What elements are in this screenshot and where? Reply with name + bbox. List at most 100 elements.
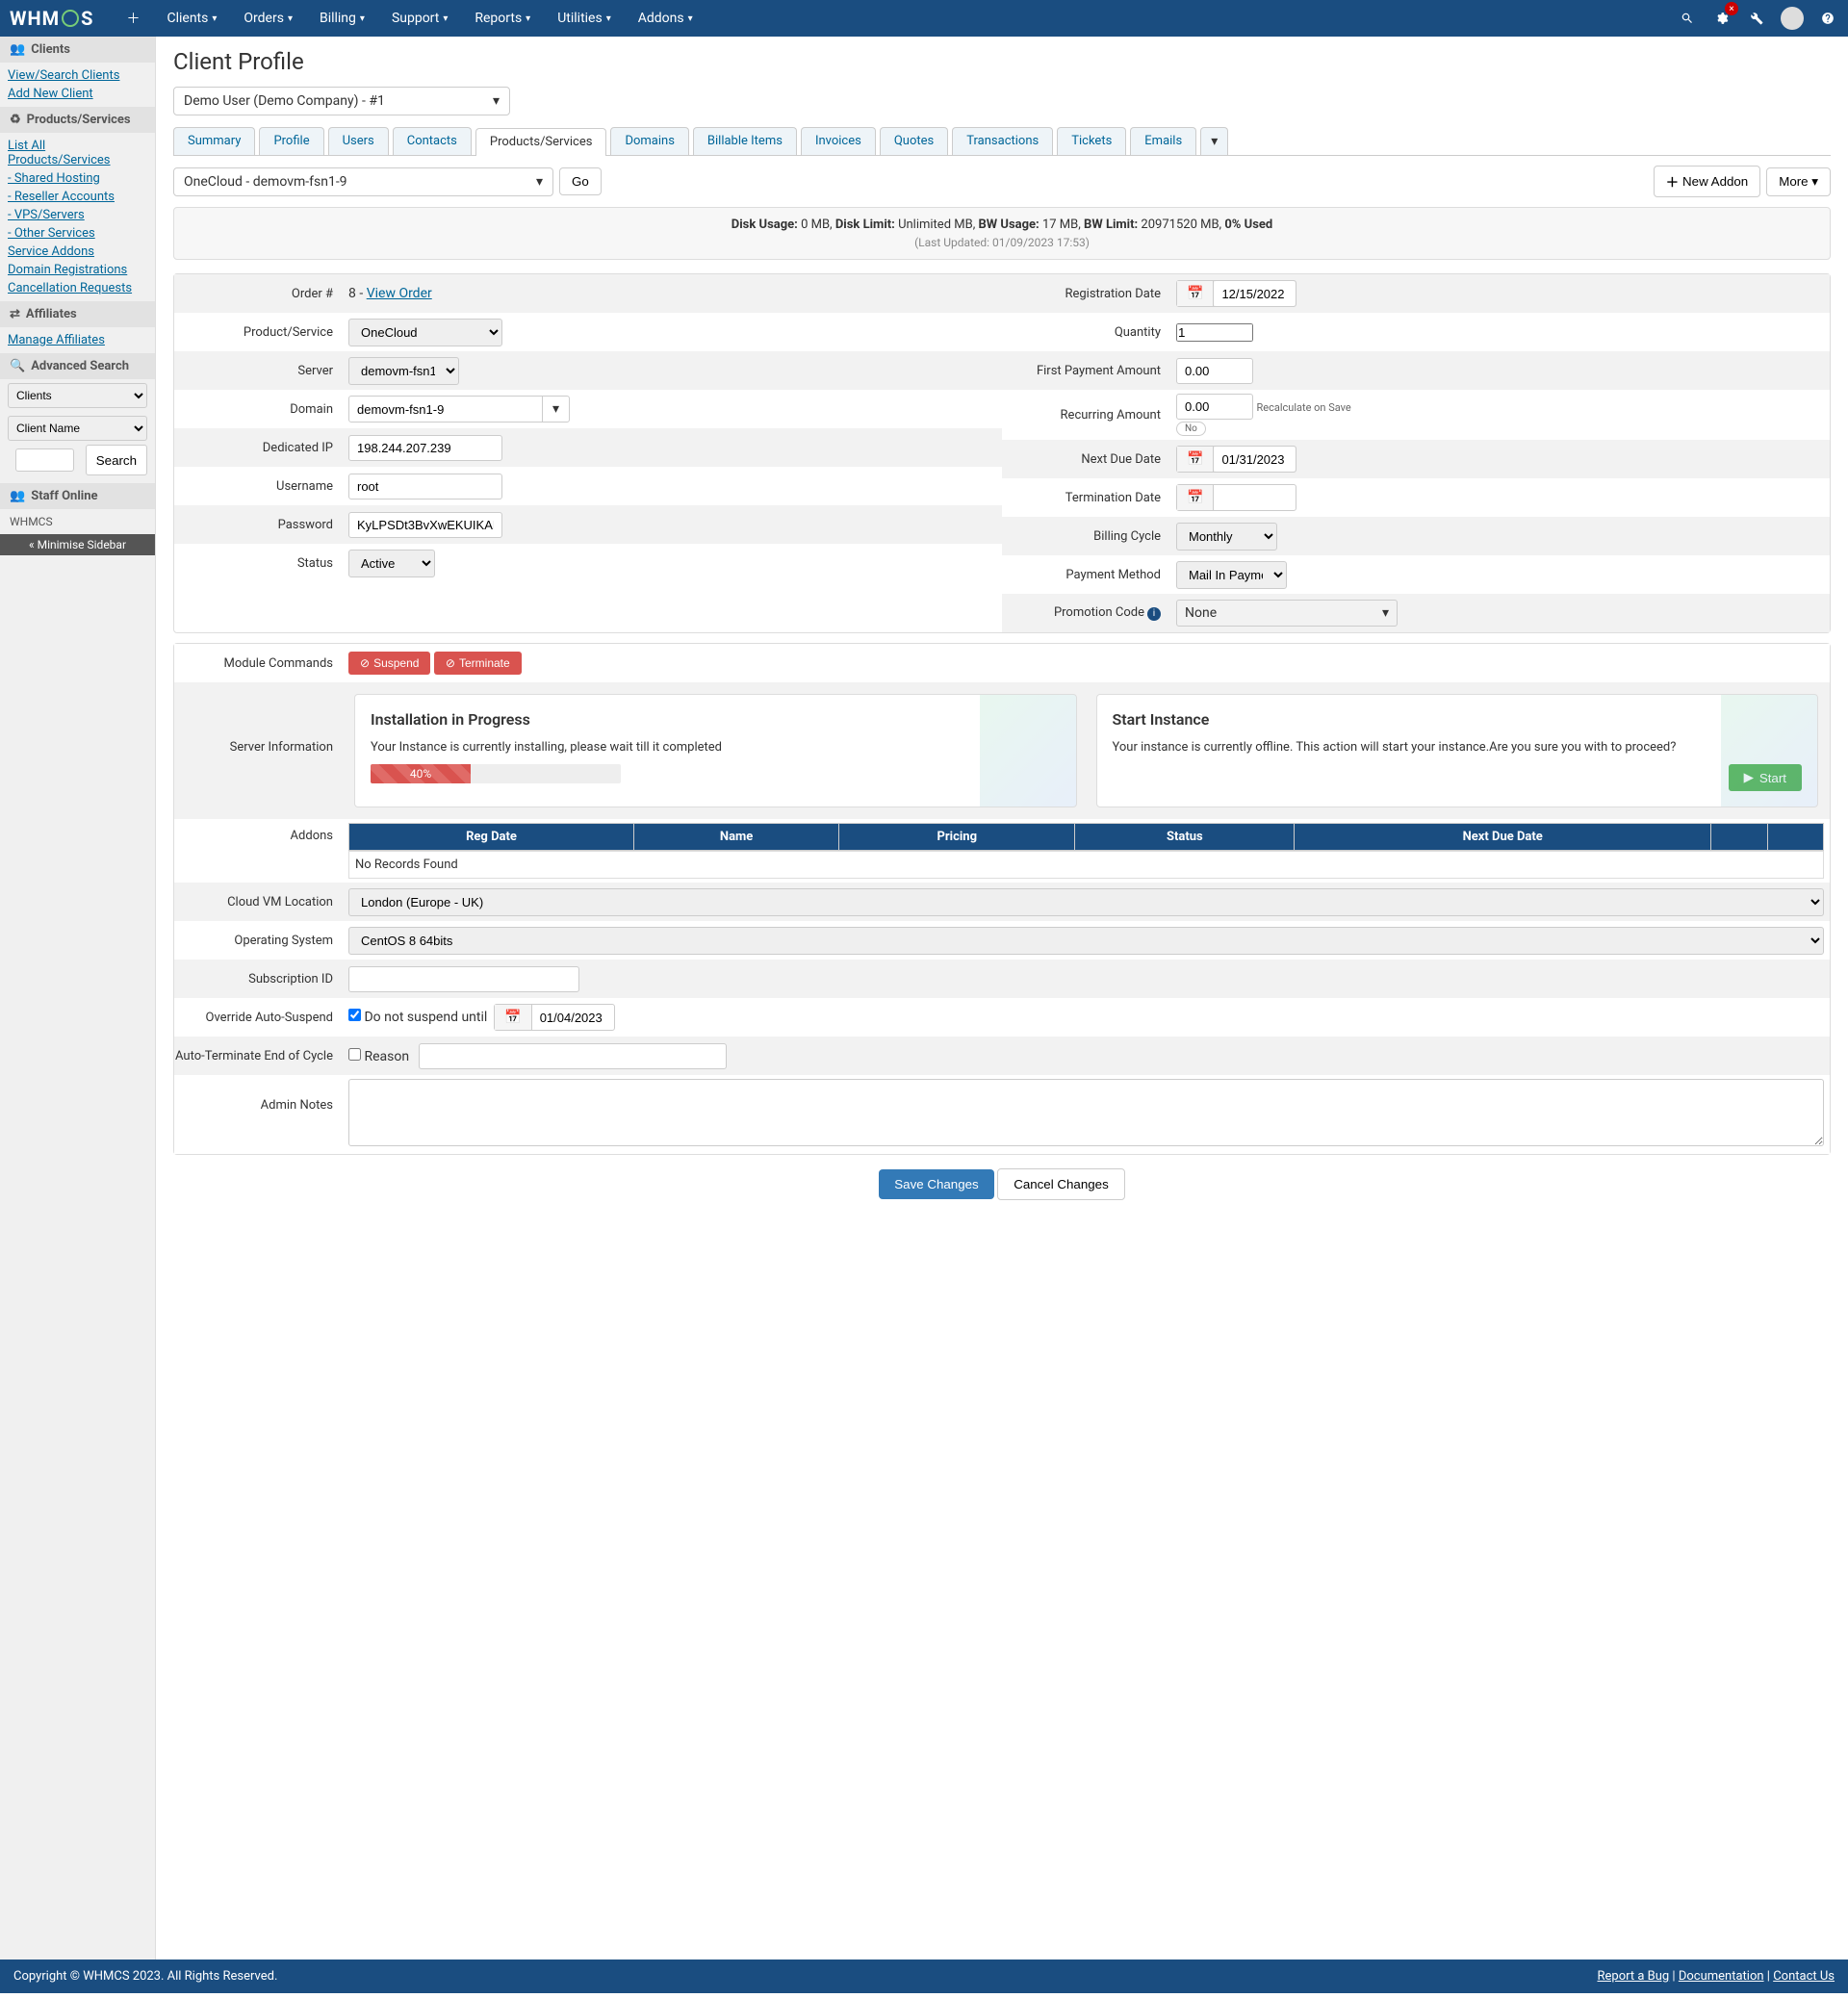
nav-reports[interactable]: Reports ▾ — [461, 0, 544, 37]
sidebar-clients-header: 👥 Clients — [0, 37, 155, 63]
go-button[interactable]: Go — [559, 167, 602, 195]
subscription-input[interactable] — [348, 966, 579, 992]
nav-addons[interactable]: Addons ▾ — [625, 0, 706, 37]
client-selector[interactable]: Demo User (Demo Company) - #1▾ — [173, 87, 510, 115]
term-date-input[interactable]: 📅 — [1176, 484, 1296, 511]
domain-dropdown-toggle[interactable]: ▾ — [542, 397, 569, 422]
footer-bug[interactable]: Report a Bug — [1598, 1969, 1670, 1984]
save-button[interactable]: Save Changes — [879, 1169, 993, 1199]
tab-summary[interactable]: Summary — [173, 127, 255, 155]
product-select[interactable]: OneCloud — [348, 319, 502, 346]
advsearch-field[interactable]: Client Name — [8, 416, 147, 441]
nav-billing[interactable]: Billing ▾ — [306, 0, 378, 37]
service-selector[interactable]: OneCloud - demovm-fsn1-9▾ — [173, 167, 553, 196]
gear-icon — [62, 10, 79, 27]
sidebar-link[interactable]: List All Products/Services — [8, 139, 111, 167]
terminate-reason-input[interactable] — [419, 1043, 727, 1069]
logo[interactable]: WHMS — [10, 7, 93, 30]
sidebar-link[interactable]: - VPS/Servers — [8, 208, 85, 222]
location-select[interactable]: London (Europe - UK) — [348, 888, 1824, 916]
more-button[interactable]: More ▾ — [1766, 167, 1831, 196]
addons-table: Reg DateNamePricingStatusNext Due Date — [348, 823, 1824, 851]
footer-contact[interactable]: Contact Us — [1773, 1969, 1835, 1984]
quantity-input[interactable] — [1176, 323, 1253, 342]
topnav: Clients ▾Orders ▾Billing ▾Support ▾Repor… — [153, 0, 706, 37]
tab-users[interactable]: Users — [328, 127, 389, 155]
sidebar-link[interactable]: Cancellation Requests — [8, 281, 132, 295]
reg-date-input[interactable]: 📅 — [1176, 280, 1296, 307]
usage-box: Disk Usage: 0 MB, Disk Limit: Unlimited … — [173, 207, 1831, 260]
sidebar-link[interactable]: - Shared Hosting — [8, 171, 100, 186]
advsearch-type[interactable]: Clients — [8, 383, 147, 408]
server-select[interactable]: demovm-fsn1-9-44 — [348, 357, 459, 385]
tab-domains[interactable]: Domains — [610, 127, 688, 155]
tab-quotes[interactable]: Quotes — [880, 127, 948, 155]
sidebar-link[interactable]: View/Search Clients — [8, 68, 119, 83]
first-payment-input[interactable] — [1176, 358, 1253, 384]
nav-clients[interactable]: Clients ▾ — [153, 0, 230, 37]
settings-icon[interactable]: × — [1711, 8, 1732, 29]
cancel-button[interactable]: Cancel Changes — [997, 1168, 1125, 1200]
terminate-button[interactable]: ⊘ Terminate — [434, 652, 522, 675]
avatar[interactable] — [1781, 7, 1804, 30]
main: Client Profile Demo User (Demo Company) … — [156, 37, 1848, 1960]
tab-contacts[interactable]: Contacts — [393, 127, 472, 155]
domain-input[interactable] — [349, 397, 542, 422]
nav-utilities[interactable]: Utilities ▾ — [544, 0, 625, 37]
tab-tickets[interactable]: Tickets — [1057, 127, 1126, 155]
auto-terminate-checkbox[interactable] — [348, 1048, 361, 1061]
sidebar-link[interactable]: Service Addons — [8, 244, 94, 259]
sidebar-link[interactable]: - Reseller Accounts — [8, 190, 115, 204]
chevron-down-icon: ▾ — [536, 174, 543, 190]
help-icon[interactable] — [1817, 8, 1838, 29]
recalc-toggle[interactable]: No — [1176, 422, 1206, 436]
due-date-input[interactable]: 📅 — [1176, 446, 1296, 473]
suspend-button[interactable]: ⊘ Suspend — [348, 652, 430, 675]
tab-more[interactable]: ▾ — [1200, 127, 1228, 155]
view-order-link[interactable]: View Order — [367, 286, 432, 301]
ip-input[interactable] — [348, 435, 502, 461]
promo-select[interactable]: None▾ — [1176, 600, 1398, 627]
auto-suspend-date[interactable]: 📅 — [494, 1004, 614, 1031]
sidebar-advsearch-header: 🔍 Advanced Search — [0, 353, 155, 379]
tab-products-services[interactable]: Products/Services — [475, 128, 607, 156]
nav-plus[interactable]: ＋ — [113, 0, 153, 37]
search-icon[interactable] — [1677, 8, 1698, 29]
wrench-icon[interactable] — [1746, 8, 1767, 29]
admin-notes[interactable] — [348, 1079, 1824, 1146]
install-card: Installation in Progress Your Instance i… — [354, 694, 1077, 807]
topbar: WHMS ＋ Clients ▾Orders ▾Billing ▾Support… — [0, 0, 1848, 37]
info-icon: i — [1147, 607, 1161, 621]
tab-transactions[interactable]: Transactions — [952, 127, 1053, 155]
os-select[interactable]: CentOS 8 64bits — [348, 927, 1824, 955]
advsearch-input[interactable] — [15, 448, 74, 472]
recurring-input[interactable] — [1176, 394, 1253, 420]
tab-invoices[interactable]: Invoices — [801, 127, 876, 155]
calendar-icon: 📅 — [495, 1005, 531, 1030]
footer-doc[interactable]: Documentation — [1679, 1969, 1764, 1984]
payment-select[interactable]: Mail In Payment — [1176, 561, 1287, 589]
staff-name: WHMCS — [0, 509, 155, 534]
cycle-select[interactable]: Monthly — [1176, 523, 1277, 551]
no-records: No Records Found — [348, 851, 1824, 879]
sidebar-link[interactable]: - Other Services — [8, 226, 95, 241]
chevron-down-icon: ▾ — [493, 93, 500, 109]
password-input[interactable] — [348, 512, 502, 538]
advsearch-button[interactable]: Search — [86, 445, 147, 475]
notif-badge: × — [1725, 2, 1738, 15]
auto-suspend-checkbox[interactable] — [348, 1009, 361, 1021]
page-title: Client Profile — [173, 48, 1831, 75]
tab-billable-items[interactable]: Billable Items — [693, 127, 797, 155]
username-input[interactable] — [348, 474, 502, 500]
tab-profile[interactable]: Profile — [259, 127, 323, 155]
tab-emails[interactable]: Emails — [1130, 127, 1196, 155]
nav-support[interactable]: Support ▾ — [378, 0, 461, 37]
new-addon-button[interactable]: ＋New Addon — [1654, 166, 1761, 197]
sidebar-link[interactable]: Manage Affiliates — [8, 333, 105, 347]
sidebar-link[interactable]: Domain Registrations — [8, 263, 127, 277]
sidebar-affiliates-header: ⇄ Affiliates — [0, 301, 155, 327]
nav-orders[interactable]: Orders ▾ — [230, 0, 306, 37]
sidebar-link[interactable]: Add New Client — [8, 87, 93, 101]
status-select[interactable]: Active — [348, 550, 435, 577]
minimise-sidebar[interactable]: « Minimise Sidebar — [0, 534, 155, 555]
